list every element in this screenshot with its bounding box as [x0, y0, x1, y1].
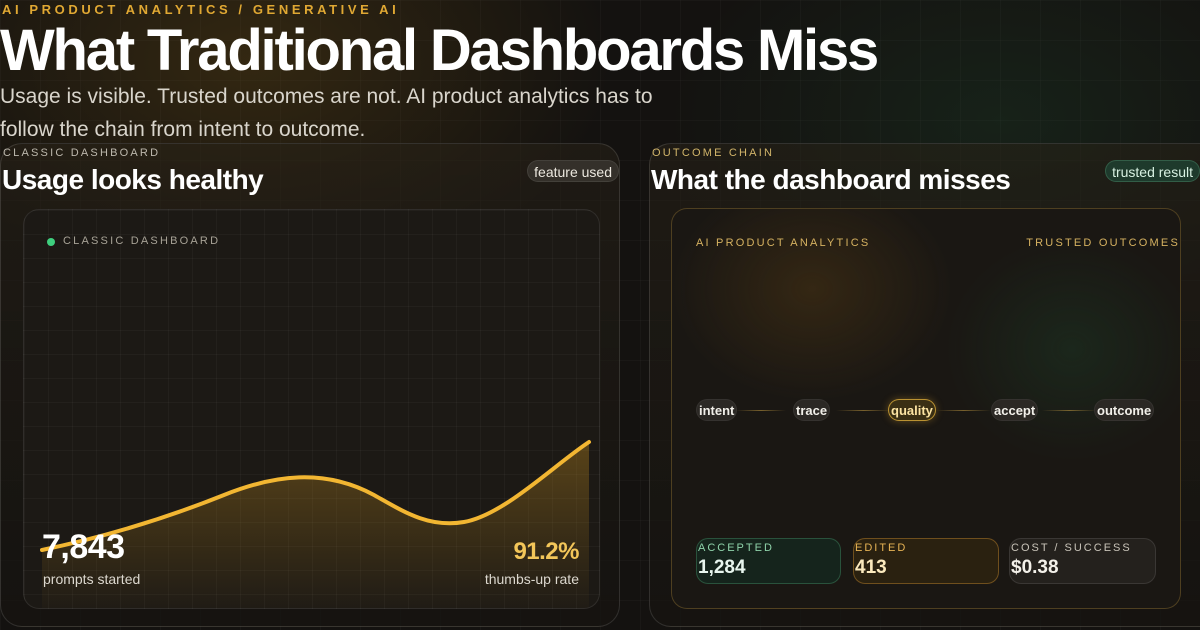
chain-connector [1042, 410, 1097, 411]
chain-step-intent: intent [696, 399, 738, 421]
chain-step-accept: accept [991, 399, 1039, 421]
panel-title: What the dashboard misses [651, 164, 1011, 195]
prompts-started-label: prompts started [43, 571, 141, 587]
page-title: What Traditional Dashboards Miss [0, 18, 879, 83]
panel-kicker: OUTCOME CHAIN [652, 147, 775, 159]
trusted-result-chip: trusted result [1105, 160, 1200, 182]
cost-per-success-card: COST / SUCCESS $0.38 [1009, 538, 1156, 584]
cost-per-success-value: $0.38 [1011, 557, 1059, 578]
accepted-metric-card: ACCEPTED 1,284 [696, 538, 841, 584]
panel-title: Usage looks healthy [2, 164, 264, 195]
chain-connector [736, 410, 786, 411]
edited-metric-card: EDITED 413 [853, 538, 999, 584]
thumbs-up-rate-label: thumbs-up rate [484, 571, 579, 587]
chain-step-outcome: outcome [1094, 399, 1155, 421]
edited-value: 413 [855, 557, 887, 578]
accepted-label: ACCEPTED [698, 542, 774, 554]
chain-step-trace: trace [793, 399, 831, 421]
cost-per-success-label: COST / SUCCESS [1011, 542, 1132, 554]
feature-used-chip: feature used [527, 160, 619, 182]
ai-product-analytics-label: AI PRODUCT ANALYTICS [696, 237, 871, 249]
page-subtitle: Usage is visible. Trusted outcomes are n… [0, 85, 653, 141]
outcome-chain-panel: OUTCOME CHAIN What the dashboard misses … [649, 143, 1200, 627]
chain-step-quality: quality [888, 399, 936, 421]
outcome-chain-card: AI PRODUCT ANALYTICS TRUSTED OUTCOMES in… [671, 208, 1181, 609]
edited-label: EDITED [855, 542, 908, 554]
accepted-value: 1,284 [698, 557, 746, 578]
panel-kicker: CLASSIC DASHBOARD [3, 147, 161, 159]
classic-dashboard-panel: CLASSIC DASHBOARD Usage looks healthy fe… [0, 143, 620, 627]
usage-chart-card: CLASSIC DASHBOARD 7,843 prompts started … [23, 209, 600, 609]
chain-connector [836, 410, 891, 411]
prompts-started-value: 7,843 [42, 528, 125, 566]
trusted-outcomes-label: TRUSTED OUTCOMES [1026, 237, 1180, 249]
eyebrow-label: AI PRODUCT ANALYTICS / GENERATIVE AI [2, 2, 400, 17]
chain-connector [936, 410, 991, 411]
thumbs-up-rate-value: 91.2% [513, 538, 579, 565]
